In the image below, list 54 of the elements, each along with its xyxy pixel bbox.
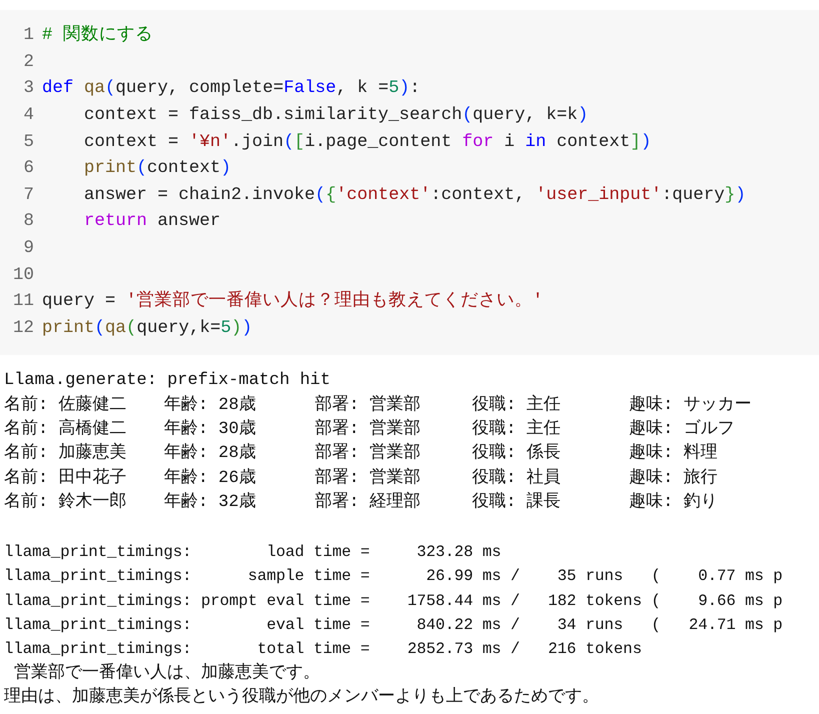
output-field: 名前: 鈴木一郎 (4, 491, 164, 516)
timing-line: llama_print_timings: load time = 323.28 ms (4, 542, 502, 563)
output-field: 役職: 主任 (472, 418, 629, 442)
output-field: 役職: 課長 (472, 491, 629, 516)
code-line: answer = chain2.invoke({'context':context, 'user_input':query}) (83, 184, 746, 207)
line-number: 5 (22, 130, 35, 154)
output-field: 年齢: 28歳 (164, 394, 315, 418)
output-field: 部署: 営業部 (315, 466, 472, 492)
output-field: 年齢: 32歳 (164, 491, 315, 516)
line-number: 11 (12, 290, 35, 314)
code-line: context = faiss_db.similarity_search(query, k=k) (83, 104, 588, 127)
line-number: 3 (22, 77, 35, 100)
answer-line: 理由は、加藤恵美が係長という役職が他のメンバーよりも上であるためです。 (4, 686, 600, 710)
output-field: 趣味: サッカー (629, 394, 819, 418)
output-field: 趣味: 料理 (629, 442, 819, 467)
output-field: 年齢: 28歳 (164, 442, 315, 467)
output-field: 年齢: 30歳 (164, 418, 315, 442)
answer-line: 営業部で一番偉い人は、加藤恵美です。 (13, 662, 322, 685)
code-line: print(qa(query,k=5)) (42, 316, 252, 340)
output-field: 役職: 社員 (472, 466, 629, 492)
output-field: 年齢: 26歳 (164, 466, 315, 492)
line-number: 8 (22, 210, 35, 234)
output-field: 部署: 営業部 (315, 442, 472, 467)
output-field: 部署: 営業部 (315, 418, 472, 442)
output-field: 部署: 営業部 (315, 394, 472, 418)
output-field: 名前: 加藤恵美 (4, 442, 164, 467)
line-number: 4 (22, 104, 35, 127)
line-number: 7 (22, 184, 35, 207)
timing-line: llama_print_timings: eval time = 840.22 ms / 34 runs ( 24.71 ms p (4, 615, 784, 636)
line-number: 12 (12, 316, 35, 340)
line-number: 10 (12, 264, 35, 287)
code-line: print(context) (83, 157, 232, 180)
output-field: 部署: 経理部 (315, 491, 472, 516)
output-field: 名前: 高橋健二 (4, 418, 164, 442)
code-line: # 関数にする (42, 24, 154, 48)
line-number: 9 (22, 236, 35, 260)
timing-line: llama_print_timings: sample time = 26.99 ms / 35 runs ( 0.77 ms p (4, 566, 784, 588)
output-field: 趣味: ゴルフ (629, 418, 819, 442)
output-line: Llama.generate: prefix-match hit (4, 370, 332, 392)
line-number: 1 (22, 24, 35, 48)
output-field: 趣味: 旅行 (629, 466, 819, 492)
timing-line: llama_print_timings: prompt eval time = 1758.44 ms / 182 tokens ( 9.66 ms p (4, 590, 784, 612)
line-number: 6 (22, 157, 35, 180)
output-field: 役職: 係長 (472, 442, 629, 467)
output-field: 名前: 佐藤健二 (4, 394, 164, 418)
output-field: 趣味: 釣り (629, 491, 819, 516)
code-line: return answer (83, 210, 221, 234)
line-number: 2 (22, 50, 35, 74)
code-line: context = '¥n'.join([i.page_content for i in context]) (83, 130, 652, 154)
output-field: 名前: 田中花子 (4, 466, 164, 492)
code-line: def qa(query, complete=False, k =5): (42, 77, 420, 100)
code-line: query = '営業部で一番偉い人は？理由も教えてください。' (42, 289, 544, 314)
timing-line: llama_print_timings: total time = 2852.73 ms / 216 tokens (4, 639, 643, 660)
output-field: 役職: 主任 (472, 394, 629, 418)
